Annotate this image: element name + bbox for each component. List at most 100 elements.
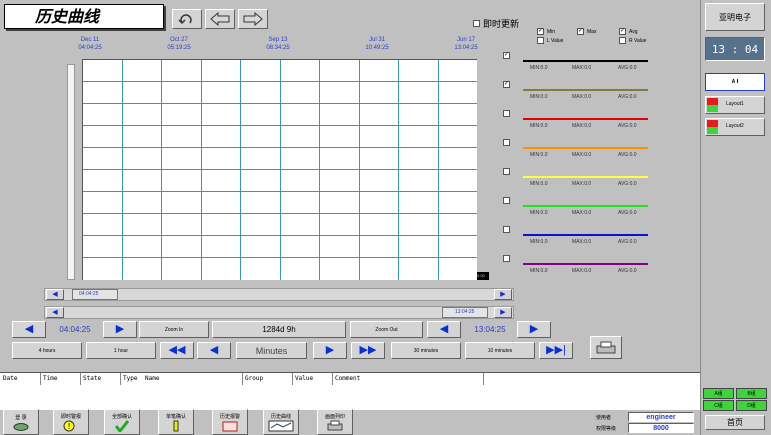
start-scroll-thumb[interactable]: 04:04:25	[72, 289, 118, 300]
history-alarm-button[interactable]: 历史报警	[212, 409, 248, 435]
confirm-all-button[interactable]: 全部确认	[104, 409, 140, 435]
pen-max-value: MAX:0.0	[572, 239, 592, 245]
col-state: State	[83, 375, 102, 382]
svg-text:!: !	[68, 422, 71, 431]
pen-min-value: MIN:0.0	[530, 239, 548, 245]
opt-avg[interactable]: ✓ Avg	[619, 28, 638, 35]
history-alarm-icon	[222, 421, 238, 431]
layout1-button[interactable]: Layout1	[705, 96, 765, 114]
end-scroll-right[interactable]: ▶	[494, 307, 512, 318]
pen-checkbox[interactable]	[503, 255, 510, 262]
alarm-icon: !	[63, 420, 75, 431]
opt-lvalue[interactable]: L Value	[537, 37, 563, 44]
step-back-button[interactable]: ◀	[197, 342, 231, 359]
layout2-button[interactable]: Layout2	[705, 118, 765, 136]
start-prev-button[interactable]: ◀	[12, 321, 46, 338]
history-trend-button[interactable]: 历史曲线	[263, 409, 299, 435]
forward-button[interactable]	[238, 9, 268, 29]
pen-max-value: MAX:0.0	[572, 65, 592, 71]
end-scroll-left[interactable]: ◀	[46, 307, 64, 318]
trend-plot-area[interactable]	[82, 59, 477, 280]
pen-avg-value: AVG:0.0	[618, 210, 637, 216]
col-date: Date	[3, 375, 18, 382]
step-30-minutes-button[interactable]: 30 minutes	[391, 342, 461, 359]
start-scroll-left[interactable]: ◀	[46, 289, 64, 300]
opt-rvalue[interactable]: R Value	[619, 37, 646, 44]
pen-min-value: MIN:0.0	[530, 210, 548, 216]
step-1-hour-button[interactable]: 1 hour	[86, 342, 156, 359]
back-button[interactable]	[205, 9, 235, 29]
col-comment: Comment	[335, 375, 361, 382]
pen-min-value: MIN:0.0	[530, 123, 548, 129]
home-button[interactable]: 首页	[705, 415, 765, 430]
end-time-display: 13:04:25	[474, 325, 506, 334]
pen-checkbox[interactable]	[503, 168, 510, 175]
pen-checkbox[interactable]: ✓	[503, 52, 510, 59]
plot-cursor-value: 0.00	[477, 272, 489, 280]
pen-avg-value: AVG:0.0	[618, 152, 637, 158]
group-d-button[interactable]: D组	[736, 400, 767, 411]
time-unit-display: Minutes	[236, 342, 307, 359]
realtime-toggle[interactable]: 即时更新	[473, 17, 519, 30]
pen-checkbox[interactable]	[503, 197, 510, 204]
pen-max-value: MAX:0.0	[572, 181, 592, 187]
end-next-button[interactable]: ▶	[517, 321, 551, 338]
pen-checkbox[interactable]	[503, 139, 510, 146]
header-date: Jun 17 13:04:25	[454, 37, 478, 51]
pen-checkbox[interactable]	[503, 226, 510, 233]
right-panel	[700, 0, 771, 435]
col-type: Type	[123, 375, 138, 382]
span-display: 1284d 9h	[212, 321, 346, 338]
history-trend-icon	[268, 420, 294, 431]
page-title: 历史曲线	[4, 4, 164, 29]
user-label: 使用者	[596, 415, 612, 421]
start-scroll-right[interactable]: ▶	[494, 289, 512, 300]
pen-avg-value: AVG:0.0	[618, 239, 637, 245]
refresh-button[interactable]	[172, 9, 202, 29]
step-forward-button[interactable]: ▶	[313, 342, 347, 359]
fast-back-button[interactable]: ◀◀	[160, 342, 194, 359]
opt-max[interactable]: ✓ Max	[577, 28, 596, 35]
print-screen-button[interactable]: 画面列印	[317, 409, 353, 435]
group-c-button[interactable]: C组	[703, 400, 734, 411]
fast-forward-button[interactable]: ▶▶	[351, 342, 385, 359]
pen-color-line	[523, 60, 648, 62]
jump-to-end-button[interactable]: ▶▶|	[539, 342, 573, 359]
zoom-in-button[interactable]: Zoom In	[139, 321, 209, 338]
realtime-checkbox[interactable]	[473, 20, 480, 27]
group-b-button[interactable]: B组	[736, 388, 767, 399]
zoom-out-button[interactable]: Zoom Out	[350, 321, 423, 338]
group-a-header[interactable]: A Ⅰ	[705, 73, 765, 91]
pen-color-line	[523, 176, 648, 178]
arrow-right-icon	[243, 12, 263, 26]
pen-avg-value: AVG:0.0	[618, 268, 637, 274]
header-date: Dec 11 04:04:25	[78, 37, 102, 51]
col-name: Name	[145, 375, 160, 382]
group-a-button[interactable]: A组	[703, 388, 734, 399]
start-time-display: 04:04:25	[59, 325, 91, 334]
pen-avg-value: AVG:0.0	[618, 123, 637, 129]
printer-icon	[596, 341, 616, 353]
login-button[interactable]: 登 录	[3, 409, 39, 435]
user-display: engineer	[628, 412, 694, 422]
confirm-one-button[interactable]: 单笔确认	[158, 409, 194, 435]
step-10-minutes-button[interactable]: 10 minutes	[465, 342, 535, 359]
step-4-hours-button[interactable]: 4 hours	[12, 342, 82, 359]
pen-checkbox[interactable]	[503, 110, 510, 117]
col-group: Group	[245, 375, 264, 382]
start-next-button[interactable]: ▶	[103, 321, 137, 338]
realtime-label: 即时更新	[483, 19, 520, 29]
end-scroll-thumb[interactable]: 13:04:25	[442, 307, 488, 318]
clock-display: 13 : 04	[705, 37, 765, 61]
pen-color-line	[523, 263, 648, 265]
opt-min[interactable]: ✓ Min	[537, 28, 555, 35]
y-scrollbar[interactable]	[67, 64, 75, 280]
end-prev-button[interactable]: ◀	[427, 321, 461, 338]
pen-min-value: MIN:0.0	[530, 65, 548, 71]
realtime-alarm-button[interactable]: 即时警报 !	[53, 409, 89, 435]
company-label: 亚明电子	[705, 3, 765, 31]
pen-checkbox[interactable]: ✓	[503, 81, 510, 88]
print-trend-button[interactable]	[590, 336, 622, 359]
pen-color-line	[523, 205, 648, 207]
pen-color-line	[523, 89, 648, 91]
